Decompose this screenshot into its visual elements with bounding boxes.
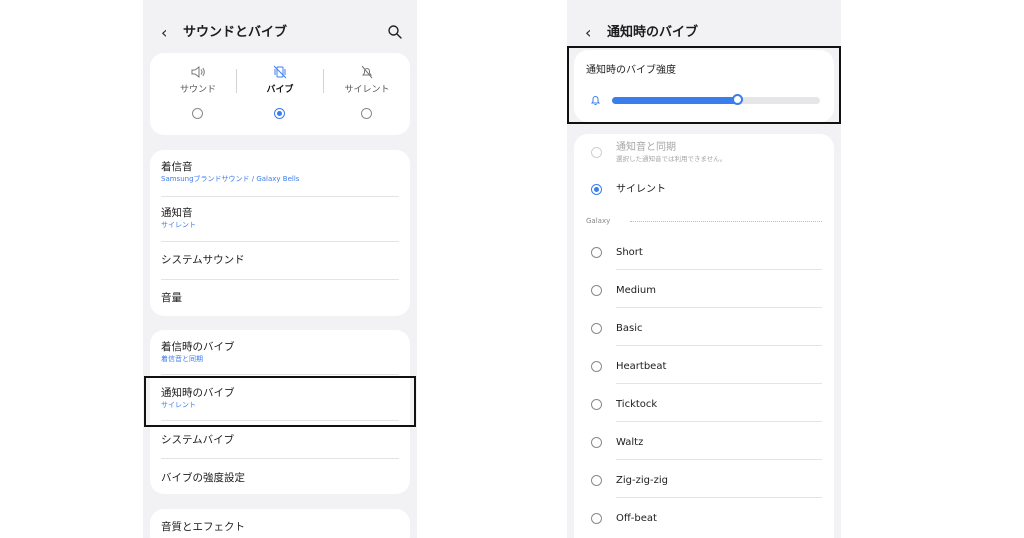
divider	[616, 383, 822, 384]
pattern-label: Heartbeat	[616, 361, 667, 372]
option-silent[interactable]: サイレント	[574, 173, 834, 207]
pattern-label: Basic	[616, 323, 643, 334]
divider	[161, 374, 399, 375]
pattern-label: Zig-zig-zig	[616, 475, 668, 486]
mode-sound[interactable]: サウンド	[155, 53, 241, 135]
pattern-radio[interactable]	[591, 247, 602, 258]
row-subtitle: Samsungブランドサウンド / Galaxy Bells	[161, 175, 300, 183]
mode-silent-label: サイレント	[344, 85, 390, 95]
list-item-ringtone[interactable]: 着信音 Samsungブランドサウンド / Galaxy Bells	[161, 160, 399, 184]
row-title: 着信音	[161, 161, 193, 173]
pattern-radio[interactable]	[591, 361, 602, 372]
pattern-option[interactable]: Off-beat	[574, 502, 834, 536]
row-subtitle: 着信音と同期	[161, 355, 203, 363]
pattern-radio[interactable]	[591, 285, 602, 296]
pattern-option[interactable]: Heartbeat	[574, 350, 834, 384]
row-title: 通知音	[161, 207, 193, 219]
pattern-option[interactable]: Medium	[574, 274, 834, 308]
list-item-volume[interactable]: 音量	[161, 291, 399, 305]
pattern-radio[interactable]	[591, 323, 602, 334]
page-title: 通知時のバイブ	[607, 25, 699, 40]
search-icon[interactable]	[387, 24, 403, 40]
divider	[616, 307, 822, 308]
pattern-label: Medium	[616, 285, 656, 296]
pattern-option[interactable]: Ticktock	[574, 388, 834, 422]
pattern-option[interactable]: Short	[574, 236, 834, 270]
list-item-call-vibration[interactable]: 着信時のバイブ 着信音と同期	[161, 340, 399, 364]
row-title: システムバイブ	[161, 434, 235, 446]
list-item-sound-quality[interactable]: 音質とエフェクト	[161, 520, 399, 534]
pattern-label: Off-beat	[616, 513, 657, 524]
mode-silent-radio[interactable]	[361, 108, 372, 119]
row-title: 着信時のバイブ	[161, 341, 235, 353]
divider	[616, 345, 822, 346]
speaker-icon	[191, 66, 205, 78]
divider	[161, 196, 399, 197]
sound-mode-card: サウンド バイブ サイレント	[150, 53, 410, 135]
back-arrow-icon[interactable]: ‹	[585, 24, 591, 42]
divider	[616, 497, 822, 498]
pattern-card: 通知音と同期 選択した通知音では利用できません。 サイレント Galaxy Sh…	[574, 134, 834, 538]
back-arrow-icon[interactable]: ‹	[161, 24, 167, 42]
section-divider	[630, 221, 822, 222]
vibrate-icon	[273, 65, 287, 79]
divider	[616, 459, 822, 460]
mode-vibrate-radio[interactable]	[274, 108, 285, 119]
divider	[161, 279, 399, 280]
pattern-label: Short	[616, 247, 643, 258]
mode-sound-radio[interactable]	[192, 108, 203, 119]
pattern-option[interactable]: Waltz	[574, 426, 834, 460]
row-title: システムサウンド	[161, 254, 245, 266]
row-title: 音量	[161, 292, 182, 304]
divider	[616, 269, 822, 270]
pattern-label: Ticktock	[616, 399, 658, 410]
pattern-label: Waltz	[616, 437, 644, 448]
header: ‹ 通知時のバイブ	[567, 22, 841, 44]
row-title: 音質とエフェクト	[161, 521, 245, 533]
row-title: バイブの強度設定	[161, 472, 245, 484]
option-silent-radio[interactable]	[591, 184, 602, 195]
sound-vibration-screen: ‹ サウンドとバイブ サウンド バイブ サイレント 着信音 Samsungブラン…	[143, 0, 417, 538]
list-item-system-sound[interactable]: システムサウンド	[161, 253, 399, 267]
highlight-box	[144, 376, 416, 427]
option-sync-radio	[591, 147, 602, 158]
list-item-system-vibration[interactable]: システムバイブ	[161, 433, 399, 447]
divider	[161, 458, 399, 459]
mode-vibrate[interactable]: バイブ	[237, 53, 323, 135]
sound-quality-card: 音質とエフェクト	[150, 509, 410, 538]
divider	[161, 241, 399, 242]
option-label: サイレント	[616, 184, 666, 195]
pattern-option[interactable]: Zig-zig-zig	[574, 464, 834, 498]
section-header: Galaxy	[586, 217, 611, 225]
mute-icon	[361, 65, 373, 79]
list-item-vibration-intensity[interactable]: バイブの強度設定	[161, 471, 399, 485]
option-sync-title: 通知音と同期	[616, 142, 676, 153]
row-subtitle: サイレント	[161, 221, 196, 229]
pattern-radio[interactable]	[591, 513, 602, 524]
pattern-radio[interactable]	[591, 437, 602, 448]
pattern-radio[interactable]	[591, 399, 602, 410]
highlight-box	[567, 46, 841, 124]
pattern-option[interactable]: Basic	[574, 312, 834, 346]
pattern-radio[interactable]	[591, 475, 602, 486]
header: ‹ サウンドとバイブ	[143, 22, 417, 44]
mode-vibrate-label: バイブ	[266, 85, 294, 95]
mode-silent[interactable]: サイレント	[324, 53, 410, 135]
page-title: サウンドとバイブ	[183, 25, 288, 40]
option-sync-subtitle: 選択した通知音では利用できません。	[616, 155, 727, 163]
sound-settings-card: 着信音 Samsungブランドサウンド / Galaxy Bells 通知音 サ…	[150, 150, 410, 316]
mode-sound-label: サウンド	[179, 85, 216, 95]
divider	[616, 421, 822, 422]
list-item-notification-sound[interactable]: 通知音 サイレント	[161, 206, 399, 230]
option-sync: 通知音と同期 選択した通知音では利用できません。	[574, 134, 834, 174]
